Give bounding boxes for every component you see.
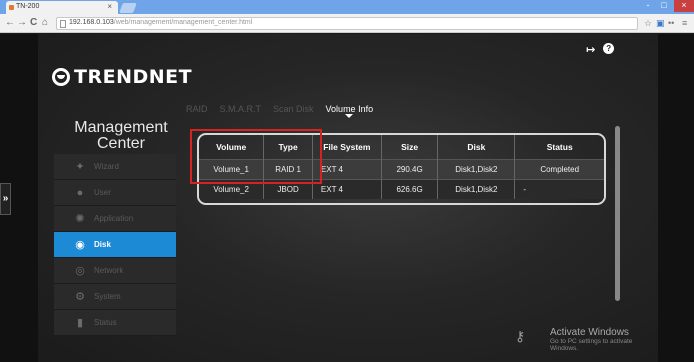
sidebar-item-label: Network xyxy=(94,266,124,275)
column-header: Disk xyxy=(437,135,516,159)
right-gutter xyxy=(658,34,694,362)
sidebar-item-wizard[interactable]: ✦ Wizard xyxy=(54,154,176,180)
activate-windows-watermark: Activate Windows Go to PC settings to ac… xyxy=(550,327,658,352)
sidebar-item-system[interactable]: ⚙ System xyxy=(54,284,176,310)
sidebar-item-network[interactable]: ◎ Network xyxy=(54,258,176,284)
trendnet-logo: TRENDNET xyxy=(52,66,192,88)
favicon-icon xyxy=(9,5,14,10)
tab-close-icon[interactable]: × xyxy=(107,2,112,11)
menu-icon[interactable]: ≡ xyxy=(682,18,687,28)
sidebar-item-label: Disk xyxy=(94,240,111,249)
tab-scan-disk[interactable]: Scan Disk xyxy=(273,104,314,114)
app-area: » TRENDNET ↦ ? Management Center ✦ Wizar… xyxy=(0,34,694,362)
sidebar-toggle-button[interactable]: » xyxy=(0,183,11,215)
table-cell: Disk1,Disk2 xyxy=(437,158,516,179)
maximize-button[interactable]: □ xyxy=(656,0,672,12)
reload-button[interactable]: C xyxy=(30,17,37,28)
system-icon: ⚙ xyxy=(75,290,85,303)
disk-icon: ◉ xyxy=(75,238,85,251)
disk-subtabs: RAID S.M.A.R.T Scan Disk Volume Info xyxy=(186,104,373,118)
user-icon: ● xyxy=(76,186,84,199)
url-path: /web/management/management_center.html xyxy=(113,19,253,26)
column-header: File System xyxy=(312,135,382,159)
sidebar-item-status[interactable]: ▮ Status xyxy=(54,310,176,336)
extension-icon[interactable]: ▣ xyxy=(656,18,665,29)
sidebar-item-disk[interactable]: ◉ Disk xyxy=(54,232,176,258)
sidebar: ✦ Wizard ● User ✺ Application ◉ Disk ◎ N… xyxy=(54,154,176,336)
table-cell: EXT 4 xyxy=(312,178,382,199)
tab-volume-info[interactable]: Volume Info xyxy=(326,104,373,118)
page-title: Management Center xyxy=(74,119,168,152)
table-cell: Disk1,Disk2 xyxy=(437,178,516,199)
page-icon xyxy=(60,20,66,28)
tab-raid[interactable]: RAID xyxy=(186,104,208,114)
table-cell: Completed xyxy=(514,158,604,179)
url-host: 192.168.0.103 xyxy=(69,19,114,26)
help-icon[interactable]: ? xyxy=(603,43,615,54)
gear-icon: ✺ xyxy=(75,212,85,225)
wand-icon: ✦ xyxy=(75,160,85,173)
logo-mark-icon xyxy=(52,68,70,86)
sidebar-item-label: User xyxy=(94,188,111,197)
table-cell: - xyxy=(514,178,604,199)
table-scrollbar[interactable] xyxy=(615,126,620,301)
column-header: Status xyxy=(546,141,573,152)
bookmark-star-icon[interactable]: ☆ xyxy=(644,18,652,29)
management-panel: TRENDNET ↦ ? Management Center ✦ Wizard … xyxy=(38,34,658,362)
browser-tab[interactable]: TN-200 × xyxy=(6,1,118,14)
logout-icon[interactable]: ↦ xyxy=(586,43,595,56)
watermark-subtitle: Go to PC settings to activate Windows. xyxy=(550,338,633,352)
back-button[interactable]: ← xyxy=(5,17,15,28)
highlight-annotation xyxy=(190,129,322,184)
forward-button[interactable]: → xyxy=(17,17,27,28)
extension-dots-icon[interactable]: •• xyxy=(668,18,674,28)
tab-smart[interactable]: S.M.A.R.T xyxy=(220,104,262,114)
sidebar-item-application[interactable]: ✺ Application xyxy=(54,206,176,232)
status-icon: ▮ xyxy=(76,316,84,329)
table-cell: EXT 4 xyxy=(312,158,382,179)
browser-toolbar: ← → C ⌂ 192.168.0.103/web/management/man… xyxy=(0,14,694,33)
top-actions: ↦ ? xyxy=(586,43,615,56)
key-icon: ⚷ xyxy=(515,328,526,344)
sidebar-item-label: System xyxy=(94,292,121,301)
address-bar[interactable]: 192.168.0.103/web/management/management_… xyxy=(56,17,638,30)
sidebar-item-user[interactable]: ● User xyxy=(54,180,176,206)
watermark-title: Activate Windows xyxy=(550,327,629,338)
sidebar-item-label: Application xyxy=(94,214,134,223)
browser-titlebar: TN-200 × - □ × xyxy=(0,0,694,14)
new-tab-button[interactable] xyxy=(119,3,137,13)
minimize-button[interactable]: - xyxy=(640,0,656,12)
network-icon: ◎ xyxy=(75,264,85,277)
table-cell: 626.6G xyxy=(381,178,439,199)
table-cell: 290.4G xyxy=(381,158,439,179)
logo-text: TRENDNET xyxy=(74,66,193,88)
sidebar-item-label: Wizard xyxy=(94,162,119,171)
home-button[interactable]: ⌂ xyxy=(42,17,48,28)
close-window-button[interactable]: × xyxy=(674,0,694,12)
sidebar-item-label: Status xyxy=(94,318,117,327)
tab-title: TN-200 xyxy=(16,3,40,10)
column-header: Size xyxy=(381,135,439,159)
